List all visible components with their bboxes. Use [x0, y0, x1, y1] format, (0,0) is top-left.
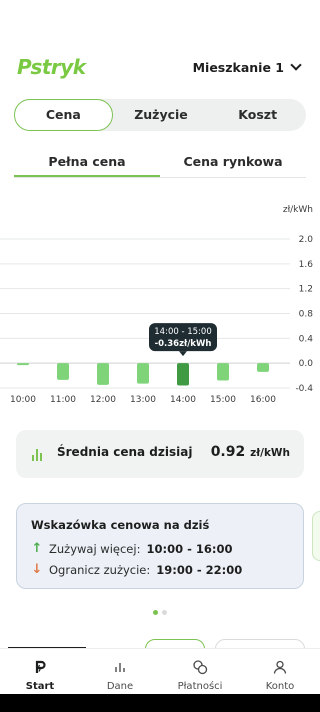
- average-price-card[interactable]: Średnia cena dzisiaj 0.92 zł/kWh: [16, 430, 304, 478]
- brand-logo: Pstryk: [17, 55, 86, 79]
- subtab-full-price[interactable]: Pełna cena: [14, 150, 160, 177]
- average-price-number: 0.92: [210, 444, 246, 460]
- x-tick-label: 14:00: [170, 395, 196, 405]
- hint-more-value: 10:00 - 16:00: [146, 541, 233, 556]
- price-bar: [17, 363, 29, 366]
- hint-use-less: ↓ Ogranicz zużycie: 19:00 - 22:00: [31, 562, 243, 577]
- x-tick-label: 12:00: [90, 395, 116, 405]
- price-bar: [217, 363, 229, 381]
- tab-cena[interactable]: Cena: [14, 99, 113, 131]
- nav-platnosci-label: Płatności: [177, 681, 223, 692]
- average-price-label: Średnia cena dzisiaj: [57, 445, 193, 459]
- arrow-up-icon: ↑: [31, 541, 43, 556]
- bar-chart-icon: [32, 447, 44, 461]
- unit-label: zł/kWh: [283, 205, 313, 215]
- nav-konto[interactable]: Konto: [240, 649, 320, 694]
- y-tick-label: 2.0: [299, 235, 314, 245]
- app-header: Pstryk Mieszkanie 1: [0, 52, 320, 84]
- hint-less-label: Ogranicz zużycie:: [49, 562, 151, 577]
- hint-less-value: 19:00 - 22:00: [156, 562, 243, 577]
- tooltip-value: -0.36zł/kWh: [155, 339, 212, 349]
- y-tick-label: 1.6: [299, 260, 314, 270]
- x-tick-label: 10:00: [10, 395, 36, 405]
- average-price-unit: zł/kWh: [250, 447, 290, 459]
- price-bar: [57, 363, 69, 380]
- y-tick-label: 0.0: [299, 359, 314, 369]
- next-card-peek[interactable]: [312, 511, 320, 561]
- arrow-down-icon: ↓: [31, 562, 43, 577]
- y-tick-label: 0.8: [299, 310, 314, 320]
- pager-dot[interactable]: [153, 610, 158, 615]
- bar-chart-icon: [115, 663, 125, 672]
- x-tick-label: 15:00: [210, 395, 236, 405]
- coins-icon: [193, 660, 208, 675]
- home-icon: [35, 660, 46, 673]
- bottom-navigation: Start Dane Płatności Konto: [0, 648, 320, 694]
- nav-dane[interactable]: Dane: [80, 649, 160, 694]
- price-hint-card[interactable]: Wskazówka cenowa na dziś ↑ Zużywaj więce…: [16, 503, 304, 589]
- pager-dot[interactable]: [162, 610, 167, 615]
- tooltip-time: 14:00 - 15:00: [154, 327, 211, 337]
- price-chart[interactable]: zł/kWh 2.0 1.6 1.2 0.8 0.4 0.0 -0.4 10:00 11:00 12…: [0, 198, 320, 412]
- price-bar: [177, 363, 189, 386]
- nav-platnosci[interactable]: Płatności: [160, 649, 240, 694]
- subtab-market-price[interactable]: Cena rynkowa: [160, 150, 306, 177]
- system-bar: [0, 694, 320, 712]
- price-bar: [97, 363, 109, 385]
- hint-more-label: Zużywaj więcej:: [49, 541, 141, 556]
- nav-start-label: Start: [25, 681, 55, 692]
- nav-dane-label: Dane: [106, 681, 134, 692]
- apartment-selector[interactable]: Mieszkanie 1: [192, 59, 302, 75]
- price-bar: [257, 363, 269, 372]
- nav-start[interactable]: Start: [0, 649, 80, 694]
- hint-use-more: ↑ Zużywaj więcej: 10:00 - 16:00: [31, 541, 233, 556]
- price-subtabs: Pełna cena Cena rynkowa: [14, 150, 306, 178]
- y-tick-label: 0.4: [299, 334, 314, 344]
- chevron-down-icon: [290, 59, 302, 71]
- price-bar: [137, 363, 149, 384]
- hint-title: Wskazówka cenowa na dziś: [31, 518, 210, 532]
- user-icon: [273, 660, 287, 674]
- x-tick-label: 16:00: [250, 395, 276, 405]
- tab-koszt[interactable]: Koszt: [209, 99, 306, 131]
- tooltip-pointer: [179, 351, 187, 357]
- tab-zuzycie[interactable]: Zużycie: [113, 99, 210, 131]
- y-tick-label: 1.2: [299, 285, 313, 295]
- x-tick-label: 11:00: [50, 395, 76, 405]
- carousel-pager: [153, 610, 167, 615]
- average-price-value: 0.92 zł/kWh: [211, 444, 290, 460]
- x-tick-label: 13:00: [130, 395, 156, 405]
- y-tick-label: -0.4: [295, 384, 313, 394]
- apartment-label: Mieszkanie 1: [192, 60, 284, 75]
- nav-konto-label: Konto: [265, 681, 295, 692]
- scrolled-content-peek: [0, 638, 320, 648]
- main-tabs: Cena Zużycie Koszt: [14, 99, 306, 131]
